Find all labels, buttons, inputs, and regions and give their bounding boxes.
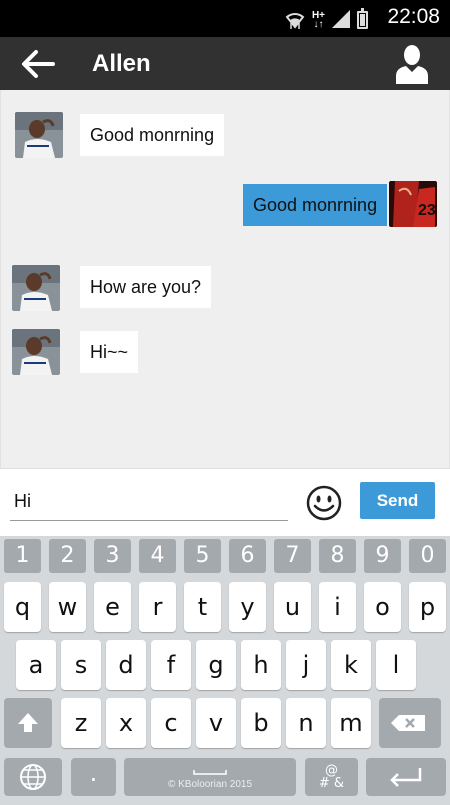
status-bar: H+ ↓↑ 22:08 bbox=[0, 0, 450, 37]
language-key[interactable] bbox=[4, 758, 62, 796]
key-8[interactable]: 8 bbox=[319, 539, 356, 573]
key-g[interactable]: g bbox=[196, 640, 236, 690]
key-j[interactable]: j bbox=[286, 640, 326, 690]
message-list[interactable]: Good monrning Good monrning 23 How are y… bbox=[0, 90, 450, 468]
contact-avatar bbox=[15, 112, 63, 158]
key-t[interactable]: t bbox=[184, 582, 221, 632]
space-key[interactable]: © KBoloorian 2015 bbox=[124, 758, 296, 796]
key-9[interactable]: 9 bbox=[364, 539, 401, 573]
message-input[interactable] bbox=[10, 483, 288, 521]
period-key[interactable]: . bbox=[71, 758, 116, 796]
key-2[interactable]: 2 bbox=[49, 539, 86, 573]
key-i[interactable]: i bbox=[319, 582, 356, 632]
arrow-left-icon bbox=[22, 50, 55, 78]
key-6[interactable]: 6 bbox=[229, 539, 266, 573]
key-0[interactable]: 0 bbox=[409, 539, 446, 573]
key-1[interactable]: 1 bbox=[4, 539, 41, 573]
key-7[interactable]: 7 bbox=[274, 539, 311, 573]
key-m[interactable]: m bbox=[331, 698, 371, 748]
key-v[interactable]: v bbox=[196, 698, 236, 748]
app-bar: Allen bbox=[0, 37, 450, 90]
key-f[interactable]: f bbox=[151, 640, 191, 690]
message-bubble-incoming[interactable]: How are you? bbox=[80, 266, 212, 308]
backspace-icon bbox=[391, 715, 425, 731]
key-d[interactable]: d bbox=[106, 640, 146, 690]
keyboard-branding: © KBoloorian 2015 bbox=[167, 779, 253, 790]
symbols-key[interactable]: @ # & bbox=[305, 758, 358, 796]
shift-arrow-icon bbox=[18, 713, 38, 732]
key-c[interactable]: c bbox=[151, 698, 191, 748]
key-l[interactable]: l bbox=[376, 640, 416, 690]
contact-avatar bbox=[12, 329, 60, 375]
key-r[interactable]: r bbox=[139, 582, 176, 632]
key-h[interactable]: h bbox=[241, 640, 281, 690]
message-composer: Send bbox=[0, 468, 450, 536]
key-3[interactable]: 3 bbox=[94, 539, 131, 573]
key-n[interactable]: n bbox=[286, 698, 326, 748]
backspace-key[interactable] bbox=[379, 698, 441, 748]
message-bubble-outgoing[interactable]: Good monrning bbox=[243, 184, 388, 226]
key-e[interactable]: e bbox=[94, 582, 131, 632]
signal-icon bbox=[332, 10, 350, 28]
key-u[interactable]: u bbox=[274, 582, 311, 632]
svg-text:23: 23 bbox=[418, 202, 436, 219]
globe-icon bbox=[20, 764, 46, 790]
battery-icon bbox=[357, 8, 368, 29]
enter-arrow-icon bbox=[390, 768, 422, 787]
user-avatar: 23 bbox=[389, 181, 437, 227]
key-a[interactable]: a bbox=[16, 640, 56, 690]
smiley-icon bbox=[306, 485, 342, 521]
conversation-title: Allen bbox=[92, 50, 151, 77]
key-4[interactable]: 4 bbox=[139, 539, 176, 573]
shift-key[interactable] bbox=[4, 698, 52, 748]
status-time: 22:08 bbox=[387, 5, 440, 28]
key-y[interactable]: y bbox=[229, 582, 266, 632]
key-z[interactable]: z bbox=[61, 698, 101, 748]
key-x[interactable]: x bbox=[106, 698, 146, 748]
network-type-icon: H+ ↓↑ bbox=[311, 10, 325, 30]
key-p[interactable]: p bbox=[409, 582, 446, 632]
key-k[interactable]: k bbox=[331, 640, 371, 690]
wifi-icon bbox=[285, 13, 305, 29]
back-button[interactable] bbox=[18, 48, 58, 80]
key-b[interactable]: b bbox=[241, 698, 281, 748]
symbols-key-label-bottom: # & bbox=[318, 776, 345, 791]
key-o[interactable]: o bbox=[364, 582, 401, 632]
send-button[interactable]: Send bbox=[360, 482, 435, 519]
key-5[interactable]: 5 bbox=[184, 539, 221, 573]
person-icon bbox=[396, 45, 428, 84]
space-bar-icon bbox=[193, 770, 227, 775]
key-q[interactable]: q bbox=[4, 582, 41, 632]
emoji-button[interactable] bbox=[305, 484, 343, 522]
soft-keyboard: 1 2 3 4 5 6 7 8 9 0 q w e r t y u i o p … bbox=[0, 536, 450, 805]
contact-profile-button[interactable] bbox=[394, 44, 430, 84]
key-s[interactable]: s bbox=[61, 640, 101, 690]
key-w[interactable]: w bbox=[49, 582, 86, 632]
status-icons: H+ ↓↑ bbox=[284, 7, 368, 30]
message-bubble-incoming[interactable]: Good monrning bbox=[80, 114, 225, 156]
enter-key[interactable] bbox=[366, 758, 446, 796]
message-bubble-incoming[interactable]: Hi~~ bbox=[80, 331, 139, 373]
contact-avatar bbox=[12, 265, 60, 311]
